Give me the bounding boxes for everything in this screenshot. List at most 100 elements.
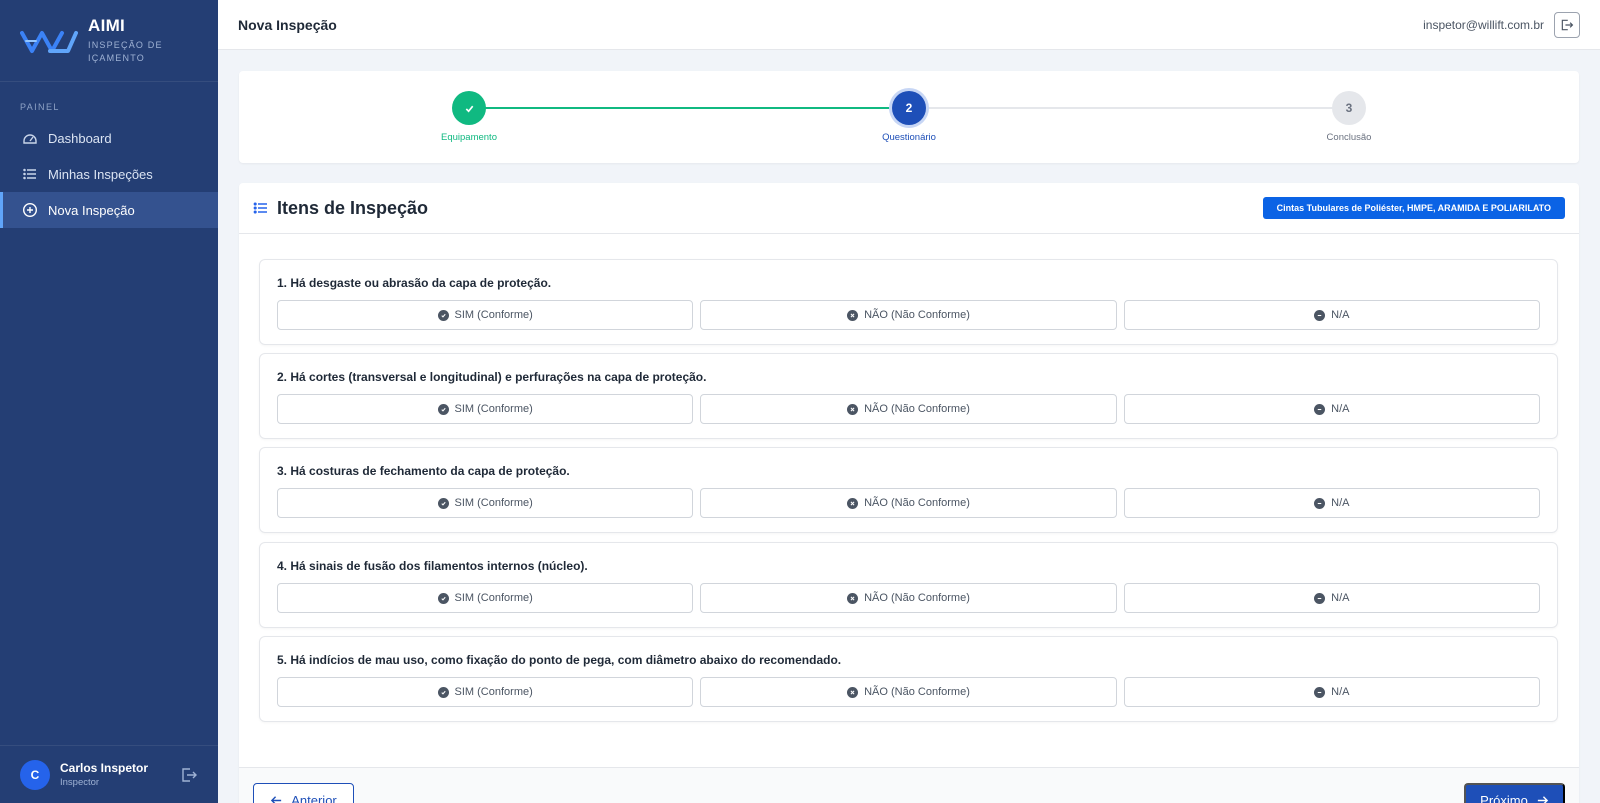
question-item: 3. Há costuras de fechamento da capa de … (259, 447, 1558, 533)
brand[interactable]: AIMI INSPEÇÃO DE IÇAMENTO (0, 0, 218, 82)
dashboard-icon (23, 134, 37, 144)
option-no-button[interactable]: NÃO (Não Conforme) (700, 300, 1117, 330)
stepper-line-pending (921, 107, 1341, 109)
question-item: 2. Há cortes (transversal e longitudinal… (259, 353, 1558, 439)
step-label: Questionário (882, 132, 936, 143)
step-equipamento[interactable]: Equipamento (419, 91, 519, 143)
stepper-line-completed (481, 107, 901, 109)
sidebar: AIMI INSPEÇÃO DE IÇAMENTO PAINEL Dashboa… (0, 0, 218, 803)
user-box: C Carlos Inspetor Inspector (0, 745, 218, 803)
stepper: Equipamento 2 Questionário 3 Conclusão (239, 71, 1579, 163)
user-name: Carlos Inspetor (60, 761, 149, 775)
logout-icon[interactable] (180, 766, 198, 784)
brand-subtitle: INSPEÇÃO DE IÇAMENTO (88, 40, 163, 63)
option-yes-button[interactable]: SIM (Conforme) (277, 677, 694, 707)
check-circle-icon (437, 497, 449, 509)
option-yes-button[interactable]: SIM (Conforme) (277, 300, 694, 330)
x-circle-icon (847, 686, 859, 698)
sidebar-item-minhas-inspecoes[interactable]: Minhas Inspeções (0, 156, 218, 192)
navigation-footer: Anterior Próximo (239, 767, 1579, 803)
question-text: 1. Há desgaste ou abrasão da capa de pro… (277, 276, 552, 290)
logout-icon (1561, 19, 1574, 30)
sidebar-item-dashboard[interactable]: Dashboard (0, 120, 218, 156)
plus-circle-icon (22, 202, 38, 218)
previous-button[interactable]: Anterior (253, 783, 354, 803)
avatar[interactable]: C (20, 759, 50, 790)
user-email: inspetor@willift.com.br (1423, 17, 1544, 32)
top-header: Nova Inspeção inspetor@willift.com.br (218, 0, 1600, 50)
sidebar-item-label: Dashboard (48, 130, 112, 146)
x-circle-icon (847, 497, 859, 509)
option-label: NÃO (Não Conforme) (864, 497, 970, 509)
answer-options: SIM (Conforme) NÃO (Não Conforme) N/A (277, 300, 1540, 330)
step-label: Conclusão (1326, 132, 1372, 143)
option-na-button[interactable]: N/A (1123, 394, 1540, 424)
sidebar-item-nova-inspecao[interactable]: Nova Inspeção (0, 192, 218, 228)
page-title: Nova Inspeção (238, 16, 337, 33)
inspection-items-header: Itens de Inspeção Cintas Tubulares de Po… (239, 183, 1579, 234)
option-na-button[interactable]: N/A (1123, 300, 1540, 330)
minus-circle-icon (1314, 686, 1326, 698)
brand-name: AIMI (88, 16, 126, 35)
option-na-button[interactable]: N/A (1123, 488, 1540, 518)
option-na-button[interactable]: N/A (1123, 583, 1540, 613)
minus-circle-icon (1314, 592, 1326, 604)
question-item: 1. Há desgaste ou abrasão da capa de pro… (259, 259, 1558, 345)
question-text: 5. Há indícios de mau uso, como fixação … (277, 653, 842, 667)
option-label: SIM (Conforme) (454, 497, 533, 509)
minus-circle-icon (1314, 403, 1326, 415)
sidebar-item-label: Nova Inspeção (48, 202, 135, 218)
sidebar-section-label: PAINEL (20, 102, 60, 112)
header-logout-button[interactable] (1554, 11, 1580, 38)
aimi-logo-icon (20, 30, 78, 53)
step-conclusao[interactable]: 3 Conclusão (1299, 91, 1399, 143)
option-yes-button[interactable]: SIM (Conforme) (277, 394, 694, 424)
option-na-button[interactable]: N/A (1123, 677, 1540, 707)
check-circle-icon (437, 592, 449, 604)
option-label: N/A (1331, 686, 1350, 698)
option-no-button[interactable]: NÃO (Não Conforme) (700, 677, 1117, 707)
option-label: SIM (Conforme) (454, 403, 533, 415)
minus-circle-icon (1314, 309, 1326, 321)
option-no-button[interactable]: NÃO (Não Conforme) (700, 488, 1117, 518)
answer-options: SIM (Conforme) NÃO (Não Conforme) N/A (277, 394, 1540, 424)
check-circle-icon (437, 686, 449, 698)
option-label: NÃO (Não Conforme) (864, 686, 970, 698)
equipment-category-badge: Cintas Tubulares de Poliéster, HMPE, ARA… (1262, 197, 1565, 219)
option-label: N/A (1331, 592, 1350, 604)
option-label: SIM (Conforme) (454, 686, 533, 698)
next-button[interactable]: Próximo (1464, 783, 1565, 803)
option-label: N/A (1331, 309, 1350, 321)
option-no-button[interactable]: NÃO (Não Conforme) (700, 583, 1117, 613)
list-icon (253, 202, 267, 214)
check-icon (465, 105, 473, 112)
option-yes-button[interactable]: SIM (Conforme) (277, 583, 694, 613)
question-text: 3. Há costuras de fechamento da capa de … (277, 464, 570, 478)
step-number: 2 (892, 91, 926, 125)
check-circle-icon (437, 309, 449, 321)
x-circle-icon (847, 592, 859, 604)
step-questionario[interactable]: 2 Questionário (859, 91, 959, 143)
option-label: SIM (Conforme) (454, 309, 533, 321)
list-icon (23, 168, 36, 180)
option-label: NÃO (Não Conforme) (864, 403, 970, 415)
option-label: N/A (1331, 403, 1350, 415)
option-no-button[interactable]: NÃO (Não Conforme) (700, 394, 1117, 424)
step-circle (452, 91, 486, 125)
option-label: N/A (1331, 497, 1350, 509)
question-item: 4. Há sinais de fusão dos filamentos int… (259, 542, 1558, 628)
inspection-items-card: Itens de Inspeção Cintas Tubulares de Po… (239, 183, 1579, 803)
answer-options: SIM (Conforme) NÃO (Não Conforme) N/A (277, 488, 1540, 518)
minus-circle-icon (1314, 497, 1326, 509)
sidebar-item-label: Minhas Inspeções (48, 166, 153, 182)
x-circle-icon (847, 309, 859, 321)
previous-button-label: Anterior (291, 792, 337, 803)
check-circle-icon (437, 403, 449, 415)
option-label: SIM (Conforme) (454, 592, 533, 604)
question-text: 2. Há cortes (transversal e longitudinal… (277, 370, 707, 384)
question-text: 4. Há sinais de fusão dos filamentos int… (277, 559, 588, 573)
question-item: 5. Há indícios de mau uso, como fixação … (259, 636, 1558, 722)
arrow-left-icon (271, 795, 282, 803)
option-yes-button[interactable]: SIM (Conforme) (277, 488, 694, 518)
inspection-items-title: Itens de Inspeção (277, 197, 429, 218)
